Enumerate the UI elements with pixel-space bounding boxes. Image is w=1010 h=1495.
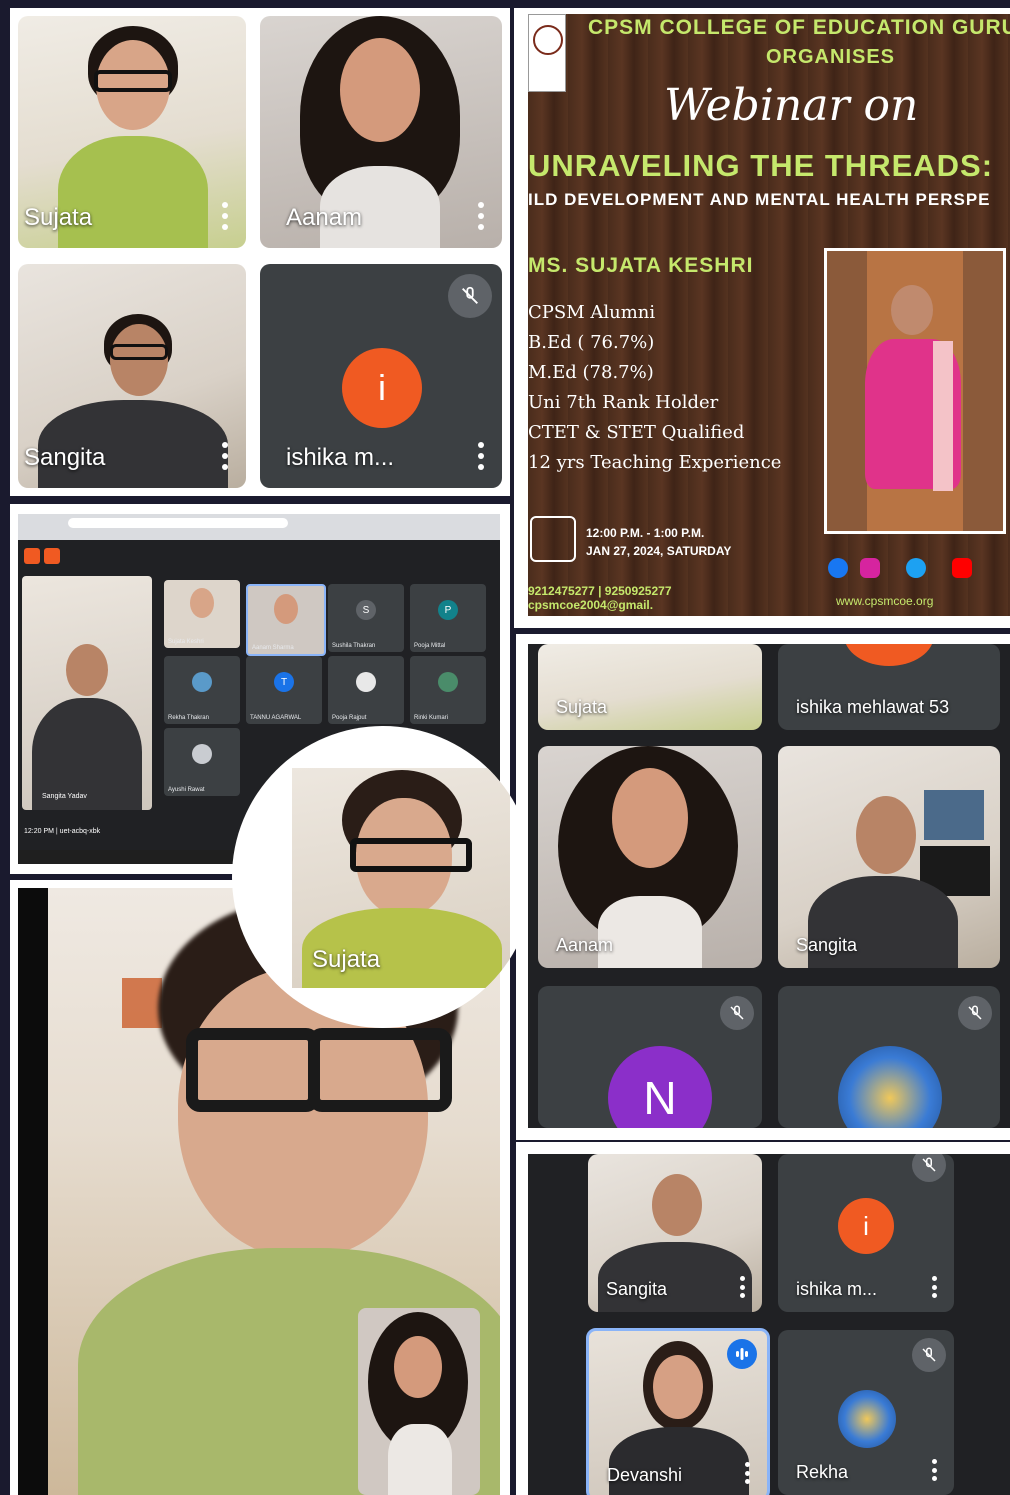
participant-name: Sujata xyxy=(556,697,608,717)
participant-tile-sangita[interactable]: Sangita xyxy=(18,264,246,488)
poster-credential: 12 yrs Teaching Experience xyxy=(528,452,782,473)
kebab-menu-icon[interactable] xyxy=(932,1459,938,1481)
self-name: Sangita Yadav xyxy=(42,793,87,800)
participant-name: ishika mehlawat 53 xyxy=(796,697,950,717)
participant-avatar xyxy=(838,1046,942,1128)
participant-avatar: i xyxy=(342,348,422,428)
kebab-menu-icon[interactable] xyxy=(222,202,228,230)
poster-organises: ORGANISES xyxy=(766,46,896,68)
spotlight-video-sujata: Sujata xyxy=(292,768,510,988)
kebab-menu-icon[interactable] xyxy=(745,1462,751,1484)
participant-tile-ishika-mehlawat[interactable]: ishika mehlawat 53 xyxy=(778,644,1000,730)
participant-thumb[interactable]: Rinki Kumari xyxy=(410,656,486,724)
participant-tile-sangita[interactable]: Sangita xyxy=(778,746,1000,968)
kebab-menu-icon[interactable] xyxy=(222,442,228,470)
participant-avatar: N xyxy=(608,1046,712,1128)
participant-tile-aanam[interactable]: Aanam xyxy=(538,746,762,968)
bottom-right-grid: Sangita i ishika m... Devanshi Rekha xyxy=(528,1154,1010,1495)
participant-thumb[interactable]: Rekha Thakran xyxy=(164,656,240,724)
participant-tile-sangita[interactable]: Sangita xyxy=(588,1154,762,1312)
participant-tile-krishna[interactable] xyxy=(778,986,1000,1128)
participant-name: Sangita xyxy=(24,444,106,471)
participant-avatar: i xyxy=(838,1198,894,1254)
audio-level-icon xyxy=(727,1339,757,1369)
top-left-collage: Sujata Aanam Sangita i ishika m... xyxy=(10,8,510,496)
meeting-clock: 12:20 PM | uet-acbq-xbk xyxy=(24,828,101,835)
poster-college-name: CPSM COLLEGE OF EDUCATION GURUG xyxy=(588,16,1010,39)
college-logo xyxy=(528,14,566,92)
poster-title: UNRAVELING THE THREADS: xyxy=(528,148,994,183)
participant-thumb[interactable]: S Sushila Thakran xyxy=(328,584,404,652)
participant-thumb[interactable]: T TANNU AGARWAL xyxy=(246,656,322,724)
participant-thumb[interactable]: P Pooja Mittal xyxy=(410,584,486,652)
mid-right-grid: Sujata ishika mehlawat 53 Aanam Sangita … xyxy=(528,644,1010,1128)
poster-subtitle: ILD DEVELOPMENT AND MENTAL HEALTH PERSPE xyxy=(528,190,991,209)
self-video: Sangita Yadav xyxy=(22,576,152,810)
participant-tile-ishika[interactable]: i ishika m... xyxy=(260,264,502,488)
participant-name: ishika m... xyxy=(286,444,395,471)
participant-name: Rekha xyxy=(796,1462,849,1482)
mic-off-icon xyxy=(958,996,992,1030)
webinar-poster: CPSM COLLEGE OF EDUCATION GURUG ORGANISE… xyxy=(528,14,1010,616)
calendar-icon xyxy=(530,516,576,562)
mic-off-icon xyxy=(912,1338,946,1372)
avatar-initial: i xyxy=(863,1210,869,1241)
participant-avatar: S xyxy=(356,600,376,620)
poster-speaker: MS. SUJATA KESHRI xyxy=(528,254,754,277)
participant-thumb[interactable]: Pooja Rajput xyxy=(328,656,404,724)
kebab-menu-icon[interactable] xyxy=(478,442,484,470)
speaker-photo xyxy=(824,248,1006,534)
avatar-initial: i xyxy=(378,367,386,408)
participant-tile-aanam[interactable]: Aanam xyxy=(260,16,502,248)
participant-avatar xyxy=(838,1390,896,1448)
participant-name: Sujata xyxy=(24,204,93,231)
participant-name: Sujata xyxy=(312,946,381,973)
poster-date: JAN 27, 2024, SATURDAY xyxy=(586,544,732,558)
meet-controls xyxy=(24,548,64,566)
participant-name: Aanam xyxy=(286,204,363,231)
poster-phone: 9212475277 | 9250925277 xyxy=(528,584,672,598)
participant-thumb[interactable]: Sujata Keshri xyxy=(164,580,240,648)
participant-tile-sujata[interactable]: Sujata xyxy=(18,16,246,248)
kebab-menu-icon[interactable] xyxy=(478,202,484,230)
youtube-icon xyxy=(952,558,972,578)
participant-tile-rekha[interactable]: Rekha xyxy=(778,1330,954,1495)
participant-thumb-active[interactable]: Aanam Sharma xyxy=(246,584,326,656)
participant-tile-devanshi[interactable]: Devanshi xyxy=(586,1328,770,1495)
address-bar[interactable] xyxy=(68,518,288,528)
mic-off-icon xyxy=(720,996,754,1030)
participant-avatar: P xyxy=(438,600,458,620)
twitter-icon xyxy=(906,558,926,578)
poster-credential: B.Ed ( 76.7%) xyxy=(528,332,655,353)
participant-tile-ishika[interactable]: i ishika m... xyxy=(778,1154,954,1312)
avatar-initial: N xyxy=(643,1072,677,1124)
kebab-menu-icon[interactable] xyxy=(932,1276,938,1298)
poster-website: www.cpsmcoe.org xyxy=(836,594,934,608)
facebook-icon xyxy=(828,558,848,578)
poster-webinar-heading: Webinar on xyxy=(664,80,919,131)
kebab-menu-icon[interactable] xyxy=(740,1276,746,1298)
mic-off-icon xyxy=(448,274,492,318)
participant-tile-sujata[interactable]: Sujata xyxy=(538,644,762,730)
poster-credential: CTET & STET Qualified xyxy=(528,422,745,443)
poster-time: 12:00 P.M. - 1:00 P.M. xyxy=(586,526,705,540)
participant-thumb[interactable]: Ayushi Rawat xyxy=(164,728,240,796)
participant-name: Devanshi xyxy=(607,1465,683,1485)
poster-credential: M.Ed (78.7%) xyxy=(528,362,654,383)
instagram-icon xyxy=(860,558,880,578)
pip-video-aanam xyxy=(358,1308,480,1495)
spotlight-circle: Sujata xyxy=(232,726,534,1028)
participant-tile-n[interactable]: N xyxy=(538,986,762,1128)
participant-name: Sangita xyxy=(606,1279,668,1299)
participant-name: ishika m... xyxy=(796,1279,878,1299)
poster-email: cpsmcoe2004@gmail. xyxy=(528,598,654,612)
mic-off-icon xyxy=(912,1154,946,1182)
poster-credential: CPSM Alumni xyxy=(528,302,656,323)
participant-avatar: T xyxy=(274,672,294,692)
participant-name: Sangita xyxy=(796,935,858,955)
participant-name: Aanam xyxy=(556,935,614,955)
poster-credential: Uni 7th Rank Holder xyxy=(528,392,719,413)
